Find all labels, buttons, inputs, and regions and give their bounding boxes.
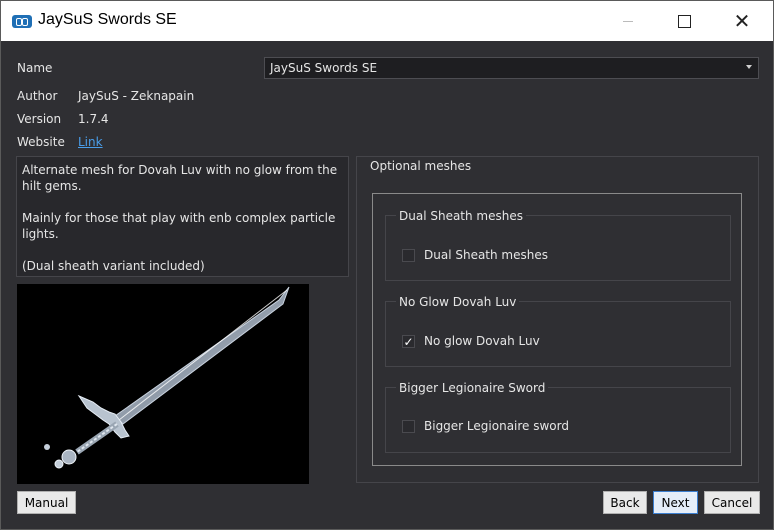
- description-box[interactable]: Alternate mesh for Dovah Luv with no glo…: [16, 156, 349, 277]
- next-button[interactable]: Next: [653, 491, 698, 514]
- author-value: JaySuS - Zeknapain: [78, 89, 195, 103]
- version-value: 1.7.4: [78, 112, 109, 126]
- installer-window: JaySuS Swords SE ✕ Name JaySuS Swords SE…: [0, 0, 774, 530]
- version-label: Version: [17, 112, 62, 126]
- minimize-button[interactable]: [605, 1, 651, 41]
- description-line-1: Alternate mesh for Dovah Luv with no glo…: [22, 163, 338, 193]
- bigger-legionaire-checkbox-label[interactable]: Bigger Legionaire sword: [424, 419, 569, 433]
- name-select[interactable]: JaySuS Swords SE: [264, 57, 759, 79]
- bigger-legionaire-checkbox[interactable]: [402, 420, 415, 433]
- minimize-icon: [623, 20, 633, 22]
- author-label: Author: [17, 89, 58, 103]
- dual-sheath-checkbox-label[interactable]: Dual Sheath meshes: [424, 248, 548, 262]
- maximize-icon: [677, 14, 691, 28]
- cancel-button[interactable]: Cancel: [704, 491, 760, 514]
- close-icon: ✕: [733, 9, 751, 33]
- sword-image: [44, 286, 290, 469]
- dual-sheath-checkbox[interactable]: [402, 249, 415, 262]
- manual-button[interactable]: Manual: [17, 491, 76, 514]
- no-glow-checkbox[interactable]: ✓: [402, 335, 415, 348]
- name-select-value: JaySuS Swords SE: [270, 61, 378, 75]
- maximize-button[interactable]: [661, 1, 707, 41]
- back-button[interactable]: Back: [603, 491, 647, 514]
- close-button[interactable]: ✕: [719, 1, 765, 41]
- description-line-3: (Dual sheath variant included): [22, 259, 205, 273]
- chevron-down-icon: [746, 65, 752, 69]
- website-link[interactable]: Link: [78, 135, 103, 149]
- website-label: Website: [17, 135, 65, 149]
- no-glow-checkbox-label[interactable]: No glow Dovah Luv: [424, 334, 540, 348]
- title-bar[interactable]: JaySuS Swords SE ✕: [1, 1, 773, 41]
- no-glow-group-title: No Glow Dovah Luv: [396, 295, 520, 309]
- preview-image: [17, 284, 309, 484]
- name-label: Name: [17, 61, 53, 75]
- dual-sheath-group-title: Dual Sheath meshes: [396, 209, 526, 223]
- bigger-legionaire-group-title: Bigger Legionaire Sword: [396, 381, 549, 395]
- optional-meshes-title: Optional meshes: [369, 159, 473, 173]
- description-line-2: Mainly for those that play with enb comp…: [22, 211, 336, 241]
- app-icon: [12, 15, 32, 28]
- check-icon: ✓: [403, 334, 414, 349]
- window-title: JaySuS Swords SE: [38, 11, 177, 28]
